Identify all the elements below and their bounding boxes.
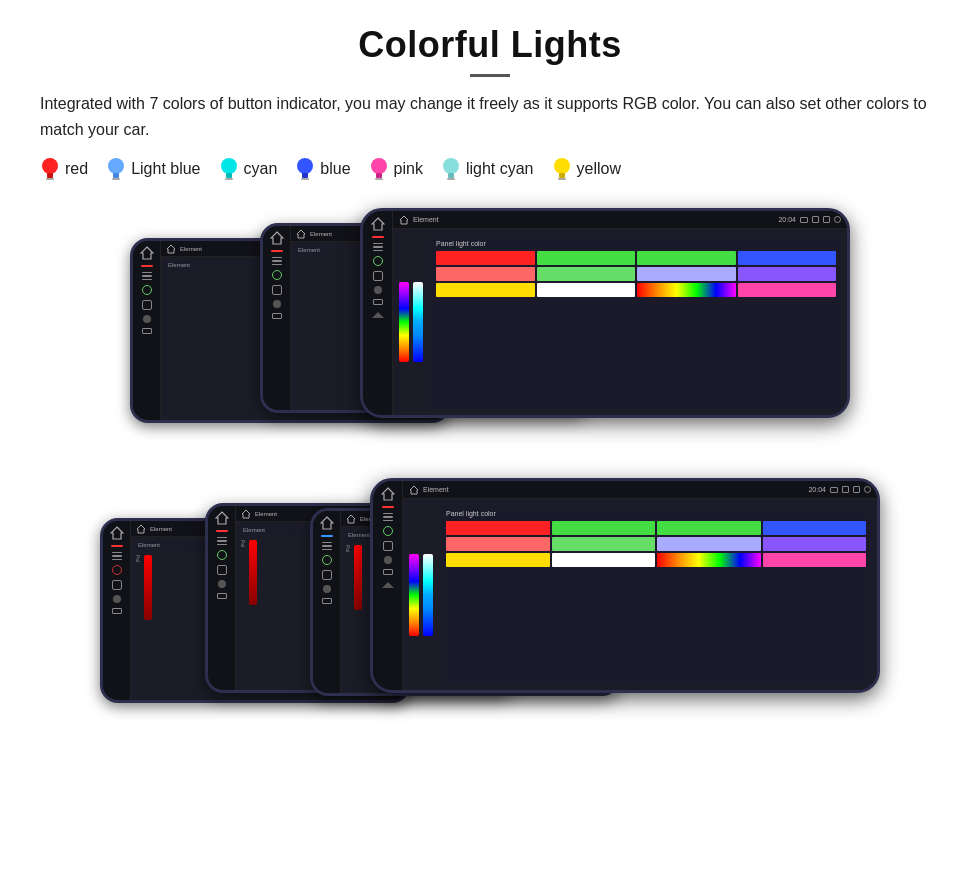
svg-rect-7 <box>226 173 232 178</box>
svg-point-0 <box>42 158 58 174</box>
side-button-bd4 <box>877 571 880 601</box>
svg-marker-32 <box>347 515 355 523</box>
color-label-yellow: yellow <box>577 160 621 178</box>
home-icon-bd1 <box>110 526 124 540</box>
color-item-blue: blue <box>295 156 350 182</box>
svg-rect-8 <box>225 178 233 180</box>
svg-rect-16 <box>448 173 454 178</box>
svg-marker-23 <box>271 232 283 244</box>
topbar-time-bd4: 20:04 <box>808 486 826 493</box>
title-divider <box>470 74 510 77</box>
page-wrapper: Colorful Lights Integrated with 7 colors… <box>0 0 980 773</box>
svg-point-15 <box>443 158 459 174</box>
svg-rect-5 <box>112 178 120 180</box>
color-label-blue: blue <box>320 160 350 178</box>
top-devices-section: Element Element <box>40 208 940 448</box>
svg-marker-27 <box>111 527 123 539</box>
svg-rect-4 <box>113 173 119 178</box>
color-item-cyan: cyan <box>219 156 278 182</box>
panel-label-bd1: Pal <box>135 555 141 620</box>
color-item-lightblue: Light blue <box>106 156 200 182</box>
color-item-yellow: yellow <box>552 156 621 182</box>
top-device-3: Element 20:04 <box>360 208 850 418</box>
svg-rect-2 <box>46 178 54 180</box>
element-label-d1: Element <box>165 261 193 269</box>
home-icon-bd4 <box>381 487 395 501</box>
topbar-home-bd4 <box>409 485 419 495</box>
svg-marker-28 <box>137 525 145 533</box>
panel-label-bd2: Pal <box>240 540 246 605</box>
color-item-pink: pink <box>369 156 423 182</box>
page-title: Colorful Lights <box>40 24 940 66</box>
svg-rect-20 <box>558 178 566 180</box>
svg-marker-29 <box>216 512 228 524</box>
color-label-cyan: cyan <box>244 160 278 178</box>
home-icon-bd2 <box>215 511 229 525</box>
element-label-d2: Element <box>295 246 323 254</box>
svg-rect-10 <box>302 173 308 178</box>
color-label-lightblue: Light blue <box>131 160 200 178</box>
lightcyan-bulb-icon <box>441 156 461 182</box>
svg-marker-22 <box>167 245 175 253</box>
panel-light-label-d3: Panel light color <box>436 240 836 247</box>
bottom-device-stack: Element Element Pal <box>100 478 880 743</box>
topbar-home-d2 <box>296 229 306 239</box>
svg-marker-26 <box>400 216 408 224</box>
topbar-home-d1 <box>166 244 176 254</box>
home-icon-d2 <box>270 231 284 245</box>
bottom-devices-section: Element Element Pal <box>40 478 940 743</box>
svg-marker-24 <box>297 230 305 238</box>
cyan-bulb-icon <box>219 156 239 182</box>
red-bulb-icon <box>40 156 60 182</box>
svg-point-6 <box>221 158 237 174</box>
topbar-home-bd3 <box>346 514 356 524</box>
lightblue-bulb-icon <box>106 156 126 182</box>
svg-rect-13 <box>376 173 382 178</box>
title-section: Colorful Lights <box>40 24 940 77</box>
side-button-d3 <box>847 298 850 328</box>
svg-point-3 <box>108 158 124 174</box>
svg-rect-17 <box>447 178 455 180</box>
svg-rect-1 <box>47 173 53 178</box>
topbar-home-bd2 <box>241 509 251 519</box>
svg-point-9 <box>297 158 313 174</box>
topbar-title-bd1: Element <box>150 526 172 532</box>
svg-marker-31 <box>321 517 333 529</box>
panel-light-label-bd4: Panel light color <box>446 510 866 517</box>
svg-marker-33 <box>382 488 394 500</box>
topbar-time-d3: 20:04 <box>778 216 796 223</box>
home-icon-bd3 <box>320 516 334 530</box>
color-label-pink: pink <box>394 160 423 178</box>
svg-marker-21 <box>141 247 153 259</box>
color-item-lightcyan: light cyan <box>441 156 534 182</box>
colors-row: red Light blue cyan <box>40 156 940 182</box>
svg-rect-14 <box>375 178 383 180</box>
topbar-title-d3: Element <box>413 216 774 223</box>
svg-marker-30 <box>242 510 250 518</box>
svg-point-12 <box>371 158 387 174</box>
svg-rect-19 <box>559 173 565 178</box>
svg-point-18 <box>554 158 570 174</box>
topbar-title-d2: Element <box>310 231 332 237</box>
topbar-home-d3 <box>399 215 409 225</box>
panel-label-bd3: Pal <box>345 545 351 610</box>
color-label-red: red <box>65 160 88 178</box>
description-text: Integrated with 7 colors of button indic… <box>40 91 940 142</box>
top-device-stack: Element Element <box>130 208 850 448</box>
home-icon-d3 <box>371 217 385 231</box>
svg-rect-11 <box>301 178 309 180</box>
topbar-title-bd2: Element <box>255 511 277 517</box>
blue-bulb-icon <box>295 156 315 182</box>
topbar-home-bd1 <box>136 524 146 534</box>
bottom-device-4: Element 20:04 <box>370 478 880 693</box>
svg-marker-25 <box>372 218 384 230</box>
color-item-red: red <box>40 156 88 182</box>
topbar-title-d1: Element <box>180 246 202 252</box>
topbar-title-bd4: Element <box>423 486 804 493</box>
home-icon-d1 <box>140 246 154 260</box>
yellow-bulb-icon <box>552 156 572 182</box>
pink-bulb-icon <box>369 156 389 182</box>
color-label-lightcyan: light cyan <box>466 160 534 178</box>
svg-marker-34 <box>410 486 418 494</box>
